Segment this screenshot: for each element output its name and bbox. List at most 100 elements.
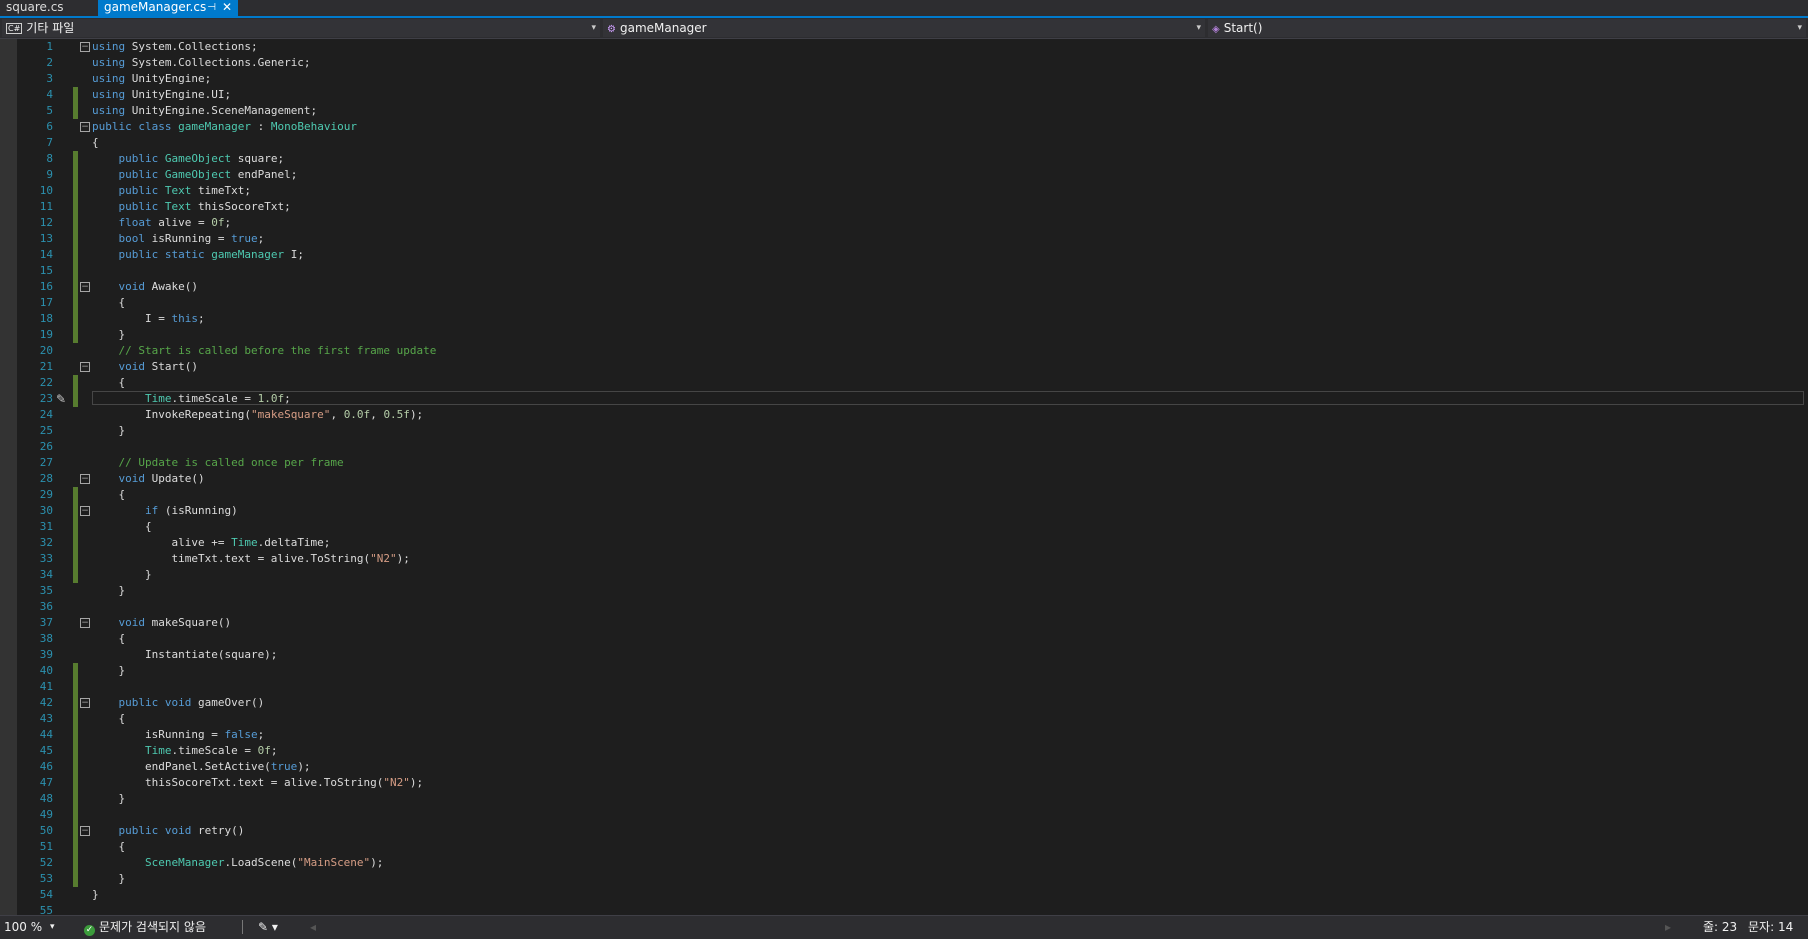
code-line[interactable]: 41 [0,679,1808,695]
code-editor[interactable]: 1− using System.Collections; 2 using System… [0,39,1808,915]
code-text[interactable]: endPanel.SetActive(true); [92,759,311,775]
code-line[interactable]: 33 timeTxt.text = alive.ToString("N2"); [0,551,1808,567]
code-text[interactable]: public GameObject square; [92,151,285,167]
code-line[interactable]: 23 ✎ Time.timeScale = 1.0f; [0,391,1808,407]
member-dropdown[interactable]: ◈ Start() ▾ [1208,19,1806,37]
code-text[interactable]: Time.timeScale = 1.0f; [92,391,291,407]
code-text[interactable]: { [92,295,125,311]
collapse-icon[interactable]: − [80,618,90,628]
code-line[interactable]: 44 isRunning = false; [0,727,1808,743]
code-cleanup-icon[interactable]: ✎ ▾ [258,919,278,935]
code-text[interactable]: } [92,791,125,807]
code-line[interactable]: 50 − public void retry() [0,823,1808,839]
code-text[interactable]: { [92,711,125,727]
code-line[interactable]: 27 // Update is called once per frame [0,455,1808,471]
code-text[interactable]: using UnityEngine.SceneManagement; [92,103,317,119]
code-line[interactable]: 39 Instantiate(square); [0,647,1808,663]
code-line[interactable]: 35 } [0,583,1808,599]
code-text[interactable]: } [92,423,125,439]
code-text[interactable]: public static gameManager I; [92,247,304,263]
code-line[interactable]: 12 float alive = 0f; [0,215,1808,231]
code-text[interactable]: Time.timeScale = 0f; [92,743,277,759]
code-line[interactable]: 15 [0,263,1808,279]
code-text[interactable]: isRunning = false; [92,727,264,743]
code-line[interactable]: 5 using UnityEngine.SceneManagement; [0,103,1808,119]
code-text[interactable]: } [92,567,152,583]
code-line[interactable]: 30 − if (isRunning) [0,503,1808,519]
code-line[interactable]: 54} [0,887,1808,903]
code-line[interactable]: 14 public static gameManager I; [0,247,1808,263]
collapse-icon[interactable]: − [80,506,90,516]
code-text[interactable]: public void retry() [92,823,245,839]
code-text[interactable]: void Awake() [92,279,198,295]
code-text[interactable]: I = this; [92,311,205,327]
code-line[interactable]: 45 Time.timeScale = 0f; [0,743,1808,759]
code-text[interactable]: { [92,375,125,391]
issues-indicator[interactable]: ✓ 문제가 검색되지 않음 [84,919,206,936]
code-line[interactable]: 32 alive += Time.deltaTime; [0,535,1808,551]
code-line[interactable]: 19 } [0,327,1808,343]
code-line[interactable]: 7{ [0,135,1808,151]
collapse-icon[interactable]: − [80,698,90,708]
pin-icon[interactable]: ⊣ [207,0,216,15]
scroll-left-icon[interactable]: ◂ [310,919,316,935]
code-text[interactable]: void Start() [92,359,198,375]
code-line[interactable]: 47 thisSocoreTxt.text = alive.ToString("… [0,775,1808,791]
collapse-icon[interactable]: − [80,122,90,132]
code-text[interactable]: float alive = 0f; [92,215,232,231]
close-icon[interactable]: ✕ [222,0,232,15]
code-text[interactable]: // Update is called once per frame [92,455,344,471]
quick-action-icon[interactable]: ✎ [56,391,70,407]
code-line[interactable]: 22 { [0,375,1808,391]
code-text[interactable]: InvokeRepeating("makeSquare", 0.0f, 0.5f… [92,407,423,423]
code-text[interactable]: timeTxt.text = alive.ToString("N2"); [92,551,409,567]
code-text[interactable]: SceneManager.LoadScene("MainScene"); [92,855,383,871]
tab-gamemanager-cs[interactable]: gameManager.cs ⊣ ✕ [98,0,238,16]
code-line[interactable]: 3 using UnityEngine; [0,71,1808,87]
code-line[interactable]: 31 { [0,519,1808,535]
code-line[interactable]: 49 [0,807,1808,823]
code-text[interactable]: using UnityEngine; [92,71,211,87]
code-text[interactable]: } [92,327,125,343]
code-text[interactable]: public GameObject endPanel; [92,167,298,183]
code-text[interactable]: if (isRunning) [92,503,238,519]
code-line[interactable]: 24 InvokeRepeating("makeSquare", 0.0f, 0… [0,407,1808,423]
code-text[interactable]: public Text thisSocoreTxt; [92,199,291,215]
project-dropdown[interactable]: C# 기타 파일 ▾ [2,19,600,37]
code-line[interactable]: 42 − public void gameOver() [0,695,1808,711]
code-line[interactable]: 20 // Start is called before the first f… [0,343,1808,359]
code-line[interactable]: 36 [0,599,1808,615]
code-line[interactable]: 51 { [0,839,1808,855]
zoom-level[interactable]: 100 % [4,919,42,935]
code-line[interactable]: 40 } [0,663,1808,679]
code-line[interactable]: 53 } [0,871,1808,887]
code-text[interactable]: using UnityEngine.UI; [92,87,231,103]
tab-square-cs[interactable]: square.cs [0,0,98,16]
code-text[interactable]: alive += Time.deltaTime; [92,535,330,551]
code-line[interactable]: 38 { [0,631,1808,647]
code-line[interactable]: 4 using UnityEngine.UI; [0,87,1808,103]
code-line[interactable]: 37 − void makeSquare() [0,615,1808,631]
code-text[interactable]: } [92,887,99,903]
collapse-icon[interactable]: − [80,282,90,292]
type-dropdown[interactable]: ⚙ gameManager ▾ [603,19,1205,37]
code-text[interactable]: { [92,839,125,855]
code-line[interactable]: 46 endPanel.SetActive(true); [0,759,1808,775]
code-text[interactable]: { [92,519,152,535]
code-line[interactable]: 43 { [0,711,1808,727]
code-text[interactable]: public void gameOver() [92,695,265,711]
scroll-right-icon[interactable]: ▸ [1665,919,1671,935]
code-text[interactable]: Instantiate(square); [92,647,277,663]
collapse-icon[interactable]: − [80,42,90,52]
collapse-icon[interactable]: − [80,474,90,484]
collapse-icon[interactable]: − [80,826,90,836]
code-text[interactable]: { [92,135,99,151]
code-text[interactable]: } [92,871,125,887]
code-line[interactable]: 1 − using System.Collections; [0,39,1808,55]
code-text[interactable]: } [92,583,125,599]
code-line[interactable]: 10 public Text timeTxt; [0,183,1808,199]
code-text[interactable]: } [92,663,125,679]
code-line[interactable]: 34 } [0,567,1808,583]
code-text[interactable]: { [92,631,125,647]
code-line[interactable]: 16 − void Awake() [0,279,1808,295]
